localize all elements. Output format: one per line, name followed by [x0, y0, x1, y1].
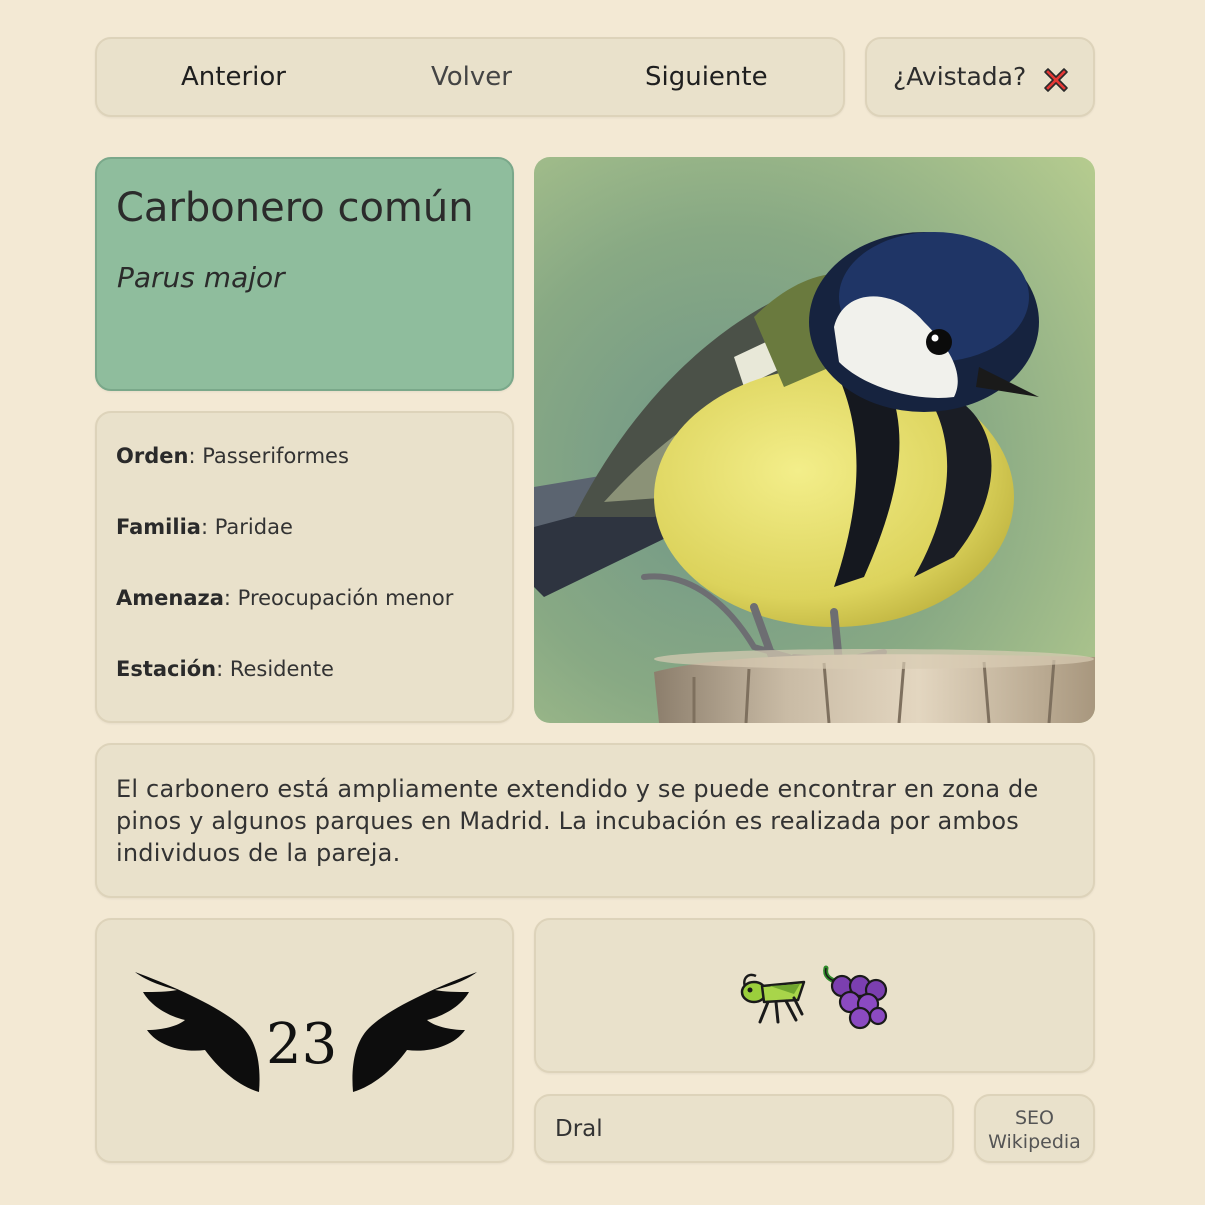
fact-key: Amenaza — [116, 586, 224, 610]
wingspan-value: 23 — [266, 1012, 338, 1077]
fact-threat: Amenaza: Preocupación menor — [116, 586, 454, 610]
dral-link[interactable]: Dral — [534, 1094, 954, 1163]
fact-value: Passeriformes — [202, 444, 349, 468]
back-button[interactable]: Volver — [431, 39, 512, 115]
fact-key: Estación — [116, 657, 217, 681]
fact-family: Familia: Paridae — [116, 515, 293, 539]
fact-value: Paridae — [214, 515, 293, 539]
species-title-card: Carbonero común Parus major — [95, 157, 514, 391]
sighted-label: ¿Avistada? — [893, 62, 1027, 91]
seo-wikipedia-link[interactable]: SEO Wikipedia — [974, 1094, 1095, 1163]
sighted-toggle[interactable]: ¿Avistada? — [865, 37, 1095, 117]
fact-key: Familia — [116, 515, 201, 539]
common-name: Carbonero común — [116, 185, 474, 231]
cross-mark-icon — [1044, 68, 1068, 92]
navigation-bar: Anterior Volver Siguiente — [95, 37, 845, 117]
scientific-name: Parus major — [117, 261, 285, 294]
fact-value: Preocupación menor — [237, 586, 454, 610]
description-text: El carbonero está ampliamente extendido … — [116, 775, 1039, 867]
grasshopper-icon — [740, 973, 806, 1024]
taxonomy-facts-card: Orden: Passeriformes Familia: Paridae Am… — [95, 411, 514, 723]
fact-key: Orden — [116, 444, 189, 468]
wikipedia-label: Wikipedia — [988, 1131, 1081, 1153]
next-button[interactable]: Siguiente — [645, 39, 768, 115]
seo-label: SEO — [1014, 1107, 1055, 1129]
fact-order: Orden: Passeriformes — [116, 444, 349, 468]
fact-season: Estación: Residente — [116, 657, 334, 681]
bird-photo — [534, 157, 1095, 723]
description-card: El carbonero está ampliamente extendido … — [95, 743, 1095, 898]
dral-label: Dral — [555, 1116, 603, 1142]
diet-card — [534, 918, 1095, 1073]
grapes-icon — [823, 965, 888, 1030]
wingspan-card: 23 — [95, 918, 514, 1163]
fact-value: Residente — [229, 657, 334, 681]
previous-button[interactable]: Anterior — [181, 39, 286, 115]
